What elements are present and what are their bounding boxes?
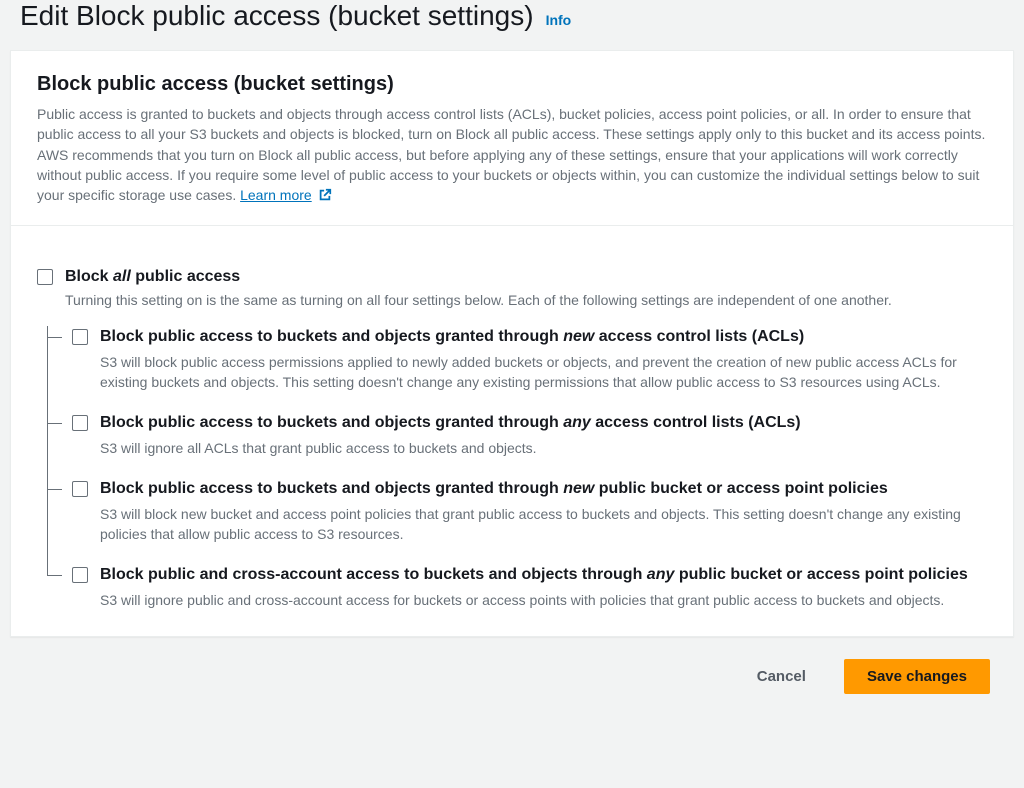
external-link-icon [318, 187, 332, 207]
info-link[interactable]: Info [546, 12, 572, 28]
child-options: Block public access to buckets and objec… [47, 326, 987, 610]
option-text: Block public access to buckets and objec… [100, 326, 987, 392]
option-text: Block public and cross-account access to… [100, 564, 968, 610]
learn-more-link[interactable]: Learn more [240, 187, 312, 203]
child-option-3: Block public access to buckets and objec… [48, 478, 987, 564]
option-row: Block public and cross-account access to… [72, 564, 987, 610]
panel-body: Block all public access Turning this set… [11, 226, 1013, 636]
option-description: S3 will ignore public and cross-account … [100, 590, 968, 610]
panel-description-text: Public access is granted to buckets and … [37, 106, 985, 203]
footer-actions: Cancel Save changes [0, 637, 1024, 694]
block-new-policies-checkbox[interactable] [72, 481, 88, 497]
label-segment: Block public access to buckets and objec… [100, 480, 563, 497]
block-all-option: Block all public access [37, 266, 987, 288]
label-segment: public access [131, 268, 240, 285]
option-label: Block public access to buckets and objec… [100, 412, 801, 434]
cancel-button[interactable]: Cancel [735, 659, 828, 694]
option-text: Block public access to buckets and objec… [100, 478, 987, 544]
option-row: Block public access to buckets and objec… [72, 326, 987, 392]
label-segment-em: any [563, 414, 591, 431]
option-label: Block public and cross-account access to… [100, 564, 968, 586]
child-option-2: Block public access to buckets and objec… [48, 412, 987, 478]
page-header: Edit Block public access (bucket setting… [0, 0, 1024, 50]
child-option-1: Block public access to buckets and objec… [48, 326, 987, 412]
label-segment: Block [65, 268, 113, 285]
option-description: S3 will block new bucket and access poin… [100, 504, 987, 545]
label-segment-em: all [113, 268, 131, 285]
label-segment-em: new [563, 328, 594, 345]
child-option-4: Block public and cross-account access to… [48, 564, 987, 610]
option-label: Block public access to buckets and objec… [100, 478, 987, 500]
page-title: Edit Block public access (bucket setting… [20, 0, 534, 32]
save-changes-button[interactable]: Save changes [844, 659, 990, 694]
panel-header: Block public access (bucket settings) Pu… [11, 51, 1013, 226]
option-description: S3 will ignore all ACLs that grant publi… [100, 438, 801, 458]
panel-title: Block public access (bucket settings) [37, 73, 987, 96]
block-any-policies-checkbox[interactable] [72, 567, 88, 583]
option-row: Block public access to buckets and objec… [72, 412, 987, 458]
block-any-acls-checkbox[interactable] [72, 415, 88, 431]
label-segment: public bucket or access point policies [674, 566, 967, 583]
settings-panel: Block public access (bucket settings) Pu… [10, 50, 1014, 637]
block-all-label: Block all public access [65, 266, 240, 288]
label-segment: public bucket or access point policies [594, 480, 887, 497]
label-segment: access control lists (ACLs) [591, 414, 801, 431]
block-all-description: Turning this setting on is the same as t… [65, 292, 987, 308]
label-segment: access control lists (ACLs) [594, 328, 804, 345]
label-segment-em: new [563, 480, 594, 497]
option-row: Block public access to buckets and objec… [72, 478, 987, 544]
block-all-checkbox[interactable] [37, 269, 53, 285]
label-segment-em: any [647, 566, 675, 583]
option-text: Block public access to buckets and objec… [100, 412, 801, 458]
panel-description: Public access is granted to buckets and … [37, 104, 987, 207]
label-segment: Block public access to buckets and objec… [100, 414, 563, 431]
option-label: Block public access to buckets and objec… [100, 326, 987, 348]
label-segment: Block public and cross-account access to… [100, 566, 647, 583]
block-all-text: Block all public access [65, 266, 240, 288]
label-segment: Block public access to buckets and objec… [100, 328, 563, 345]
block-new-acls-checkbox[interactable] [72, 329, 88, 345]
option-description: S3 will block public access permissions … [100, 352, 987, 393]
